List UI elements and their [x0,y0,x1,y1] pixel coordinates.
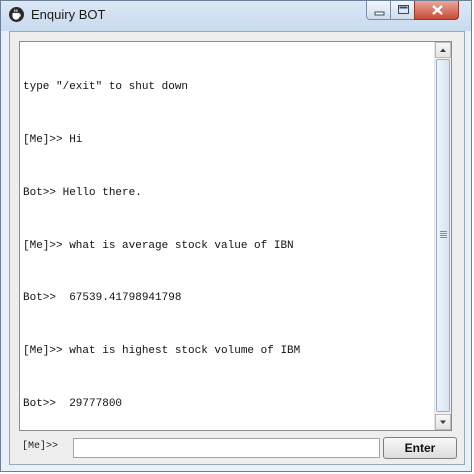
grip-line [440,231,447,232]
scroll-thumb[interactable] [436,59,450,412]
maximize-icon [398,5,409,14]
arrow-up-icon [440,48,446,52]
close-icon [432,5,443,15]
chat-line: Bot>> 67539.41798941798 [23,292,182,305]
grip-line [440,235,447,236]
arrow-down-icon [440,420,446,424]
input-row: [Me]>> Enter [10,436,464,460]
close-button[interactable] [414,1,459,20]
chat-line: Bot>> Hello there. [23,186,142,199]
chat-lines: type "/exit" to shut down [Me]>> Hi Bot>… [23,44,432,430]
minimize-button[interactable] [366,1,391,20]
vertical-scrollbar[interactable] [434,42,451,430]
chat-line: type "/exit" to shut down [23,81,189,94]
content-panel: type "/exit" to shut down [Me]>> Hi Bot>… [9,31,465,465]
message-input[interactable] [73,438,380,458]
window-title: Enquiry BOT [31,7,106,22]
chat-log[interactable]: type "/exit" to shut down [Me]>> Hi Bot>… [19,41,452,431]
java-cup-icon [8,6,25,23]
maximize-button[interactable] [390,1,415,20]
chat-line: [Me]>> Hi [23,133,83,146]
chat-line: [Me]>> what is average stock value of IB… [23,239,294,252]
enter-button[interactable]: Enter [383,437,457,459]
app-window: Enquiry BOT type "/exit" to shut down [M… [0,0,472,472]
title-bar[interactable]: Enquiry BOT [1,1,471,31]
grip-line [440,237,447,238]
chat-line: Bot>> 29777800 [23,397,123,410]
grip-line [440,233,447,234]
minimize-icon [374,11,385,16]
scroll-up-button[interactable] [435,42,451,58]
prompt-label: [Me]>> [22,441,59,452]
chat-line: [Me]>> what is highest stock volume of I… [23,345,301,358]
scroll-down-button[interactable] [435,414,451,430]
